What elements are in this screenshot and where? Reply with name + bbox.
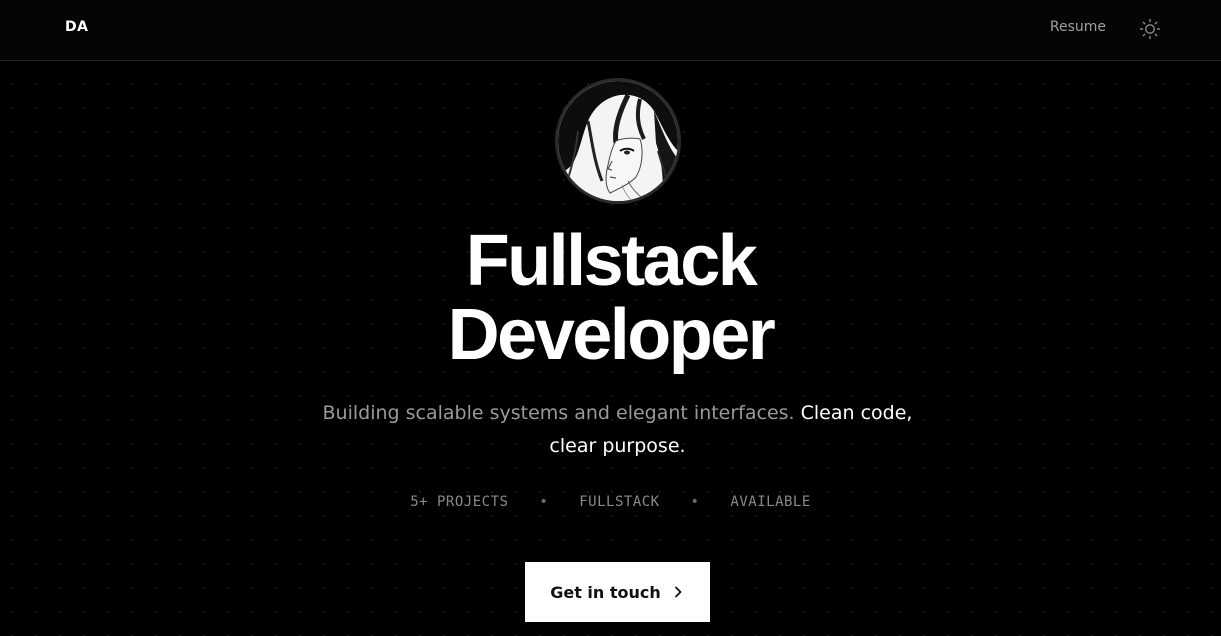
hero-subtitle: Building scalable systems and elegant in… <box>305 397 930 463</box>
get-in-touch-button[interactable]: Get in touch <box>525 562 710 622</box>
resume-link[interactable]: Resume <box>1050 19 1106 35</box>
stat-projects: 5+ PROJECTS <box>410 494 509 510</box>
hero-title-line-2: Developer <box>447 295 776 375</box>
profile-avatar <box>555 78 681 204</box>
top-navbar: DA Resume <box>0 0 1221 61</box>
get-in-touch-label: Get in touch <box>550 582 661 602</box>
stat-separator: • <box>539 494 549 510</box>
page: DA Resume Fullstack Developer Building s… <box>0 0 1221 636</box>
sun-icon <box>1139 18 1161 40</box>
hero-title-line-1: Fullstack <box>465 221 758 301</box>
hero-title: Fullstack Developer <box>0 224 1221 372</box>
manga-portrait-avatar <box>558 81 678 201</box>
hero-subtitle-muted: Building scalable systems and elegant in… <box>322 402 795 424</box>
stat-available: AVAILABLE <box>730 494 811 510</box>
chevron-right-icon <box>674 586 682 598</box>
hero-stats: 5+ PROJECTS • FULLSTACK • AVAILABLE <box>0 494 1221 510</box>
site-logo[interactable]: DA <box>65 19 88 35</box>
theme-toggle-button[interactable] <box>1138 17 1162 41</box>
stat-separator: • <box>690 494 700 510</box>
stat-fullstack: FULLSTACK <box>579 494 660 510</box>
